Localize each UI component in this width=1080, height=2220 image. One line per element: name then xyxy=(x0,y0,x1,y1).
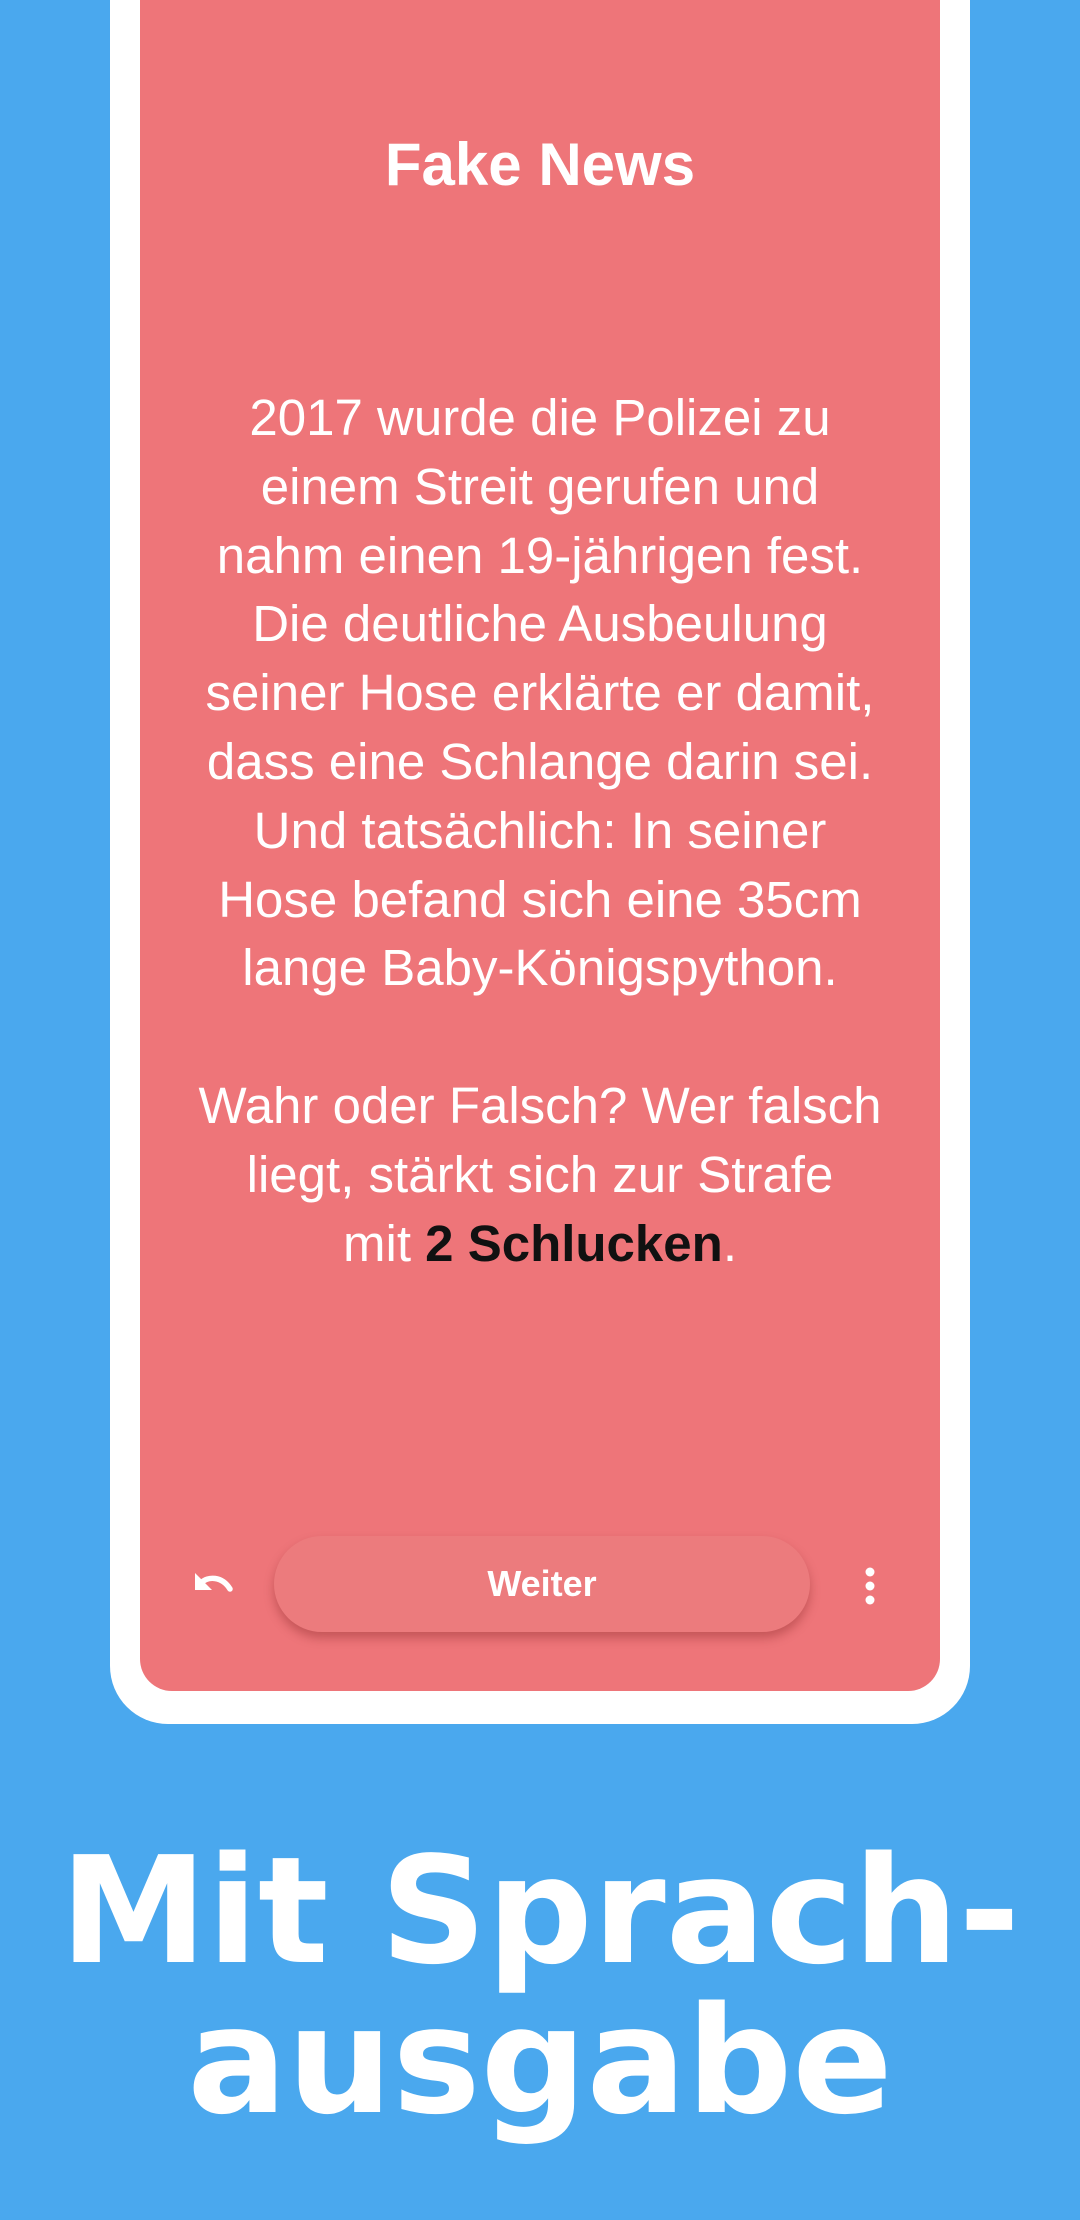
penalty-amount: 2 Schlucken xyxy=(425,1214,723,1272)
card-text-line: seiner Hose erklärte er damit, xyxy=(205,664,875,722)
penalty-suffix: . xyxy=(722,1214,737,1272)
card-text-line: nahm einen 19-jährigen fest. xyxy=(216,526,864,584)
card-text: 2017 wurde die Polizei zu einem Streit g… xyxy=(140,384,940,1278)
next-button[interactable]: Weiter xyxy=(274,1536,810,1632)
undo-icon xyxy=(195,1573,233,1592)
promo-line-2: ausgabe xyxy=(187,1975,893,2147)
card-text-line: einem Streit gerufen und xyxy=(260,457,820,515)
card-text-line: lange Baby-Königspython. xyxy=(242,939,838,997)
card-title: Fake News xyxy=(384,131,696,198)
bottom-controls: Weiter xyxy=(140,1536,940,1636)
card-text-line: Hose befand sich eine 35cm xyxy=(218,870,862,928)
question-line: Wahr oder Falsch? Wer falsch xyxy=(198,1076,882,1134)
penalty-line: mit 2 Schlucken. xyxy=(140,1210,940,1279)
penalty-prefix: mit xyxy=(343,1214,426,1272)
phone-frame: Fake News 2017 wurde die Polizei zu eine… xyxy=(110,0,970,1724)
promo-headline: Mit Sprach- ausgabe xyxy=(0,1836,1080,2136)
card-text-line: Und tatsächlich: In seiner xyxy=(253,801,827,859)
card-text-line: Die deutliche Ausbeulung xyxy=(252,595,828,653)
card-text-line: dass eine Schlange darin sei. xyxy=(206,732,874,790)
game-card: Fake News 2017 wurde die Polizei zu eine… xyxy=(140,0,940,1691)
more-menu-button[interactable] xyxy=(840,1556,900,1616)
promo-line-1: Mit Sprach- xyxy=(59,1825,1021,1997)
question-line: liegt, stärkt sich zur Strafe xyxy=(246,1145,834,1203)
undo-button[interactable] xyxy=(184,1556,244,1616)
more-vertical-icon xyxy=(865,1567,875,1605)
card-text-line: 2017 wurde die Polizei zu xyxy=(249,389,831,446)
